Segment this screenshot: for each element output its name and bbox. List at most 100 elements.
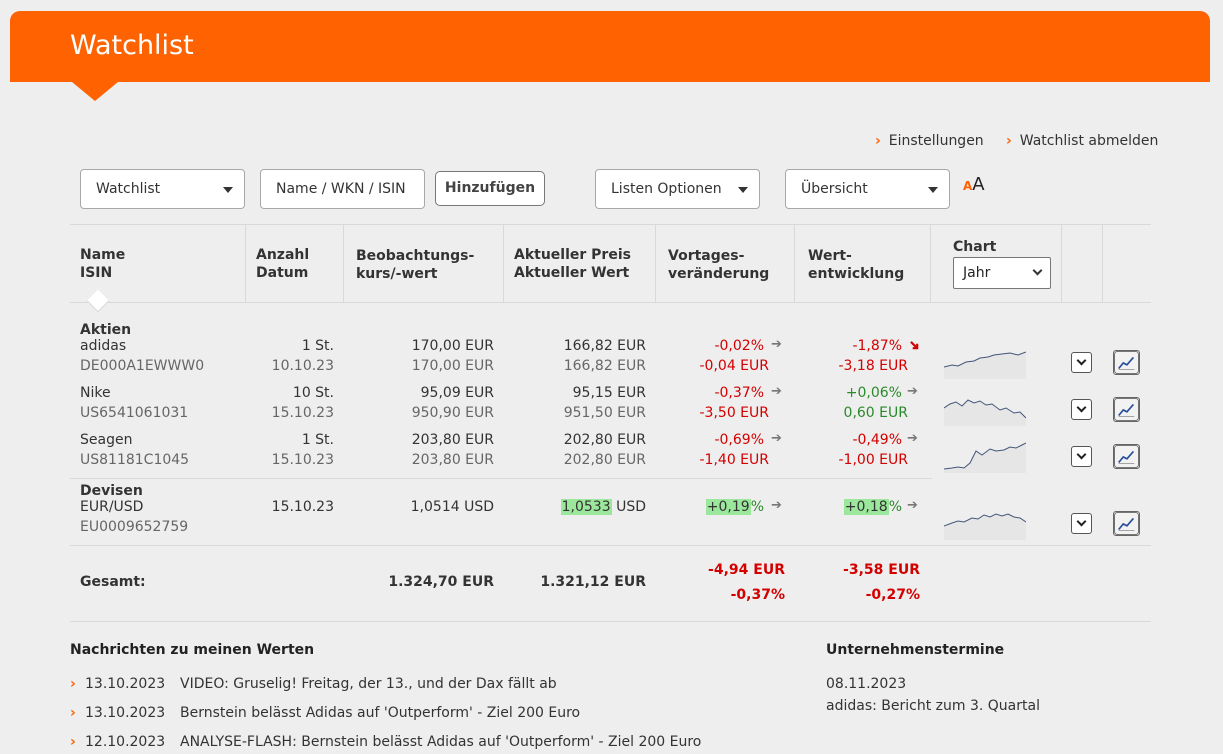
row-obs-price: 170,00 EUR	[411, 338, 494, 354]
row-name[interactable]: Nike	[80, 383, 111, 403]
font-size-toggle[interactable]: AA	[963, 174, 985, 195]
row-name[interactable]: EUR/USD	[80, 497, 143, 517]
row-isin: EU0009652759	[80, 519, 189, 535]
font-small-button[interactable]: A	[963, 179, 972, 193]
arrow-right-icon: ➔	[771, 384, 782, 399]
arrow-right-icon: ➔	[907, 431, 918, 446]
row-daychange-abs: -3,50 EUR	[699, 405, 770, 421]
row-price: 1,0533 USD	[560, 499, 646, 515]
row-price: 202,80 EUR	[563, 432, 646, 448]
caret-down-icon	[738, 187, 748, 193]
expand-row-button[interactable]	[1071, 446, 1092, 467]
row-value: 166,82 EUR	[563, 358, 646, 374]
arrow-right-icon: ➔	[907, 498, 918, 513]
arrow-down-right-icon	[910, 341, 919, 350]
row-date: 15.10.23	[271, 499, 334, 515]
table-top-border	[70, 224, 1151, 225]
view-select[interactable]: Übersicht	[785, 169, 950, 209]
events-title: Unternehmenstermine	[826, 642, 1005, 658]
font-big-button[interactable]: A	[972, 174, 984, 195]
sparkline-chart	[944, 442, 1026, 473]
row-perf-pct: -1,87%	[852, 338, 902, 354]
total-perf-pct: -0,27%	[865, 587, 920, 603]
row-perf-abs: -1,00 EUR	[838, 452, 909, 468]
total-top-border	[70, 545, 1151, 546]
chevron-right-icon: ›	[70, 734, 76, 750]
unsubscribe-watchlist-link[interactable]: › Watchlist abmelden	[1006, 133, 1158, 149]
chevron-down-icon	[1076, 516, 1087, 527]
expand-row-button[interactable]	[1071, 399, 1092, 420]
total-price: 1.321,12 EUR	[540, 574, 646, 590]
chevron-down-icon	[1032, 265, 1043, 276]
caret-down-icon	[223, 187, 233, 193]
chart-button[interactable]	[1113, 350, 1140, 375]
col-divider	[1102, 224, 1103, 302]
chart-button[interactable]	[1113, 511, 1140, 536]
sparkline-chart	[944, 399, 1026, 426]
row-daychange-abs: -1,40 EUR	[699, 452, 770, 468]
arrow-right-icon: ➔	[907, 384, 918, 399]
search-input[interactable]: Name / WKN / ISIN	[260, 169, 425, 209]
row-qty: 1 St.	[301, 432, 334, 448]
row-name[interactable]: adidas	[80, 336, 126, 356]
add-button[interactable]: Hinzufügen	[435, 171, 545, 206]
row-daychange-abs: -0,04 EUR	[699, 358, 770, 374]
row-price: 95,15 EUR	[572, 385, 646, 401]
sparkline-chart	[944, 351, 1026, 379]
event-date: 08.11.2023	[826, 676, 907, 692]
total-obs: 1.324,70 EUR	[388, 574, 494, 590]
col-header-daychange[interactable]: Vortages-veränderung	[668, 247, 769, 283]
chart-button[interactable]	[1113, 397, 1140, 422]
event-text[interactable]: adidas: Bericht zum 3. Quartal	[826, 698, 1040, 714]
list-options-select[interactable]: Listen Optionen	[595, 169, 760, 209]
col-header-observation[interactable]: Beobachtungs-kurs/-wert	[356, 247, 474, 283]
row-obs-value: 170,00 EUR	[411, 358, 494, 374]
chevron-right-icon: ›	[70, 705, 76, 721]
row-isin: DE000A1EWWW0	[80, 358, 205, 374]
row-obs-value: 203,80 EUR	[411, 452, 494, 468]
chevron-right-icon: ›	[875, 133, 881, 149]
row-obs-price: 95,09 EUR	[420, 385, 494, 401]
row-perf-pct: -0,49%	[852, 432, 902, 448]
col-header-name[interactable]: Name ISIN	[80, 246, 125, 282]
row-perf-pct: +0,06%	[845, 385, 902, 401]
row-perf-abs: 0,60 EUR	[843, 405, 908, 421]
news-title: Nachrichten zu meinen Werten	[70, 642, 315, 658]
group-divider	[70, 478, 932, 479]
total-daychange-abs: -4,94 EUR	[708, 562, 785, 578]
row-obs-price: 1,0514 USD	[410, 499, 494, 515]
sparkline-chart	[944, 513, 1026, 540]
col-header-performance[interactable]: Wert-entwicklung	[808, 247, 904, 283]
row-name[interactable]: Seagen	[80, 430, 132, 450]
row-date: 15.10.23	[271, 452, 334, 468]
settings-link[interactable]: › Einstellungen	[875, 133, 984, 149]
page-title: Watchlist	[70, 30, 194, 61]
chevron-down-icon	[1076, 449, 1087, 460]
row-qty: 10 St.	[292, 385, 334, 401]
expand-row-button[interactable]	[1071, 513, 1092, 534]
table-header-border	[70, 302, 1151, 303]
row-date: 15.10.23	[271, 405, 334, 421]
arrow-right-icon: ➔	[771, 498, 782, 513]
row-qty: 1 St.	[301, 338, 334, 354]
col-header-price[interactable]: Aktueller Preis Aktueller Wert	[514, 246, 631, 282]
row-date: 10.10.23	[271, 358, 334, 374]
col-divider	[1061, 224, 1062, 302]
chart-period-select[interactable]: Jahr	[953, 257, 1051, 289]
row-daychange-pct: -0,37%	[714, 385, 764, 401]
expand-row-button[interactable]	[1071, 352, 1092, 373]
row-isin: US6541061031	[80, 405, 189, 421]
page-header: Watchlist	[10, 11, 1210, 82]
chevron-right-icon: ›	[70, 676, 76, 692]
total-perf-abs: -3,58 EUR	[843, 562, 920, 578]
col-divider	[655, 224, 656, 302]
chart-button[interactable]	[1113, 444, 1140, 469]
row-daychange-pct: +0,19%	[705, 499, 764, 515]
row-value: 202,80 EUR	[563, 452, 646, 468]
watchlist-select[interactable]: Watchlist	[80, 169, 245, 209]
total-bottom-border	[70, 621, 1151, 622]
col-header-qty[interactable]: Anzahl Datum	[256, 246, 309, 282]
col-divider	[930, 224, 931, 302]
row-value: 951,50 EUR	[563, 405, 646, 421]
row-perf-pct: +0,18%	[843, 499, 902, 515]
